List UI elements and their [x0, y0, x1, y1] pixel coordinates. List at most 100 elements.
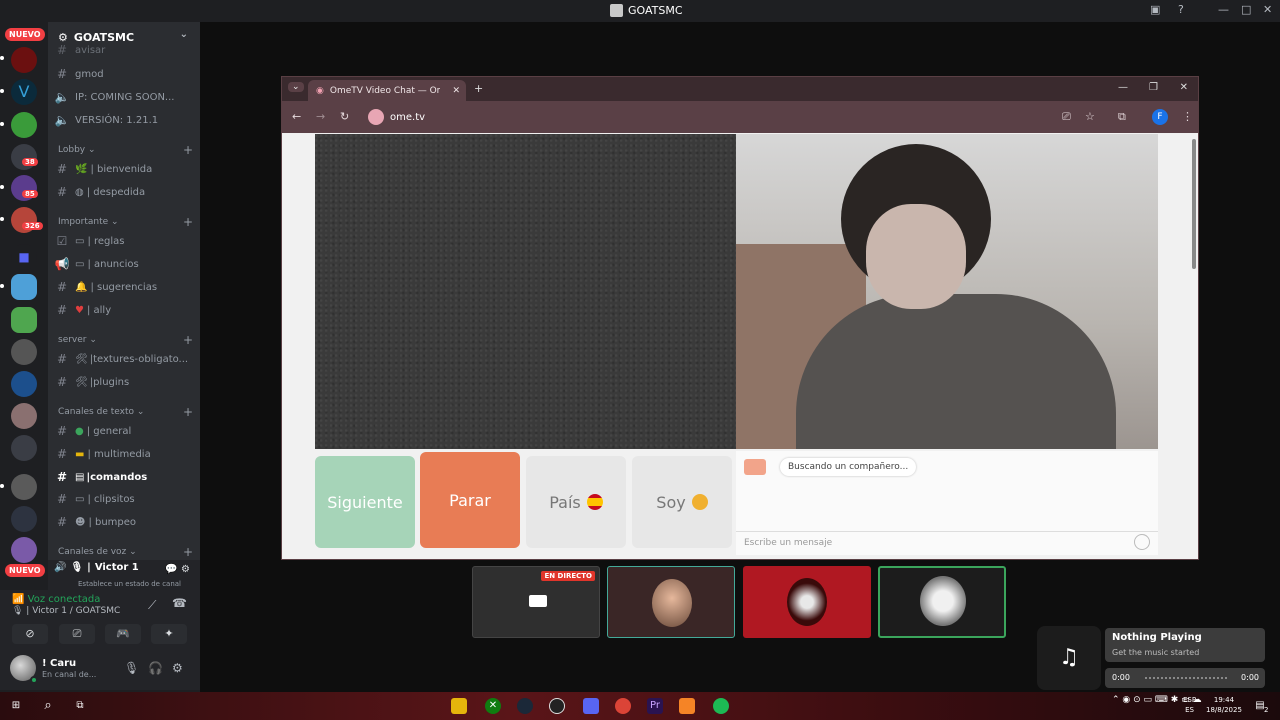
category-importante[interactable]: Importante ⌄ +	[58, 215, 193, 229]
server-icon[interactable]: V	[11, 79, 37, 105]
obs-icon[interactable]	[549, 698, 565, 714]
server-icon[interactable]	[11, 403, 37, 429]
discord-icon[interactable]	[583, 698, 599, 714]
channel-item[interactable]: # ♥ | ally	[54, 300, 194, 320]
inbox-icon[interactable]: ▣	[1150, 3, 1160, 16]
channel-item[interactable]: 📢 ▭ | anuncios	[54, 254, 194, 274]
channel-item[interactable]: # avisar	[54, 44, 194, 56]
activity-button[interactable]: 🎮	[105, 624, 141, 644]
soundboard-button[interactable]: ✦	[151, 624, 187, 644]
server-icon[interactable]	[11, 339, 37, 365]
maximize-button[interactable]: ❐	[1149, 82, 1158, 93]
channel-item[interactable]: ☑ ▭ | reglas	[54, 231, 194, 251]
server-icon[interactable]	[11, 474, 37, 500]
stop-button[interactable]: Parar	[420, 452, 520, 548]
channel-item[interactable]: # ▬ | multimedia	[54, 444, 194, 464]
site-info-icon[interactable]	[368, 109, 384, 125]
minimize-button[interactable]: —	[1218, 3, 1229, 16]
back-icon[interactable]: ←	[292, 110, 301, 123]
server-icon[interactable]	[11, 144, 37, 170]
music-progress[interactable]: 0:00 0:00	[1105, 668, 1265, 688]
tab-ometv[interactable]: ◉ OmeTV Video Chat — Ome ✕	[308, 80, 466, 101]
channel-item[interactable]: # gmod	[54, 64, 194, 84]
file-explorer-icon[interactable]	[451, 698, 467, 714]
chevron-down-icon[interactable]: ⌄	[180, 29, 188, 40]
premiere-icon[interactable]: Pr	[647, 698, 663, 714]
bookmark-star-icon[interactable]: ☆	[1085, 110, 1095, 123]
username[interactable]: ! Caru	[42, 658, 76, 669]
close-tab-icon[interactable]: ✕	[452, 86, 460, 96]
channel-item[interactable]: # ☻ | bumpeo	[54, 512, 194, 532]
server-icon[interactable]	[11, 47, 37, 73]
folder-icon[interactable]: ■	[11, 244, 37, 270]
reload-icon[interactable]: ↻	[340, 110, 349, 123]
category-server[interactable]: server ⌄ +	[58, 333, 193, 347]
profile-avatar[interactable]: F	[1152, 109, 1168, 125]
country-button[interactable]: País	[526, 456, 626, 548]
clock[interactable]: 19:44 18/8/2025	[1206, 695, 1242, 715]
steam-icon[interactable]	[517, 698, 533, 714]
voice-connected-status[interactable]: 📶 Voz conectada	[12, 594, 100, 605]
message-input[interactable]: Escribe un mensaje	[736, 531, 1158, 555]
noise-suppression-icon[interactable]: ⟋	[148, 598, 156, 613]
minimize-button[interactable]: —	[1118, 82, 1128, 93]
voice-channel-row[interactable]: 🔊 🎙 | Victor 1 💬 ⚙ Establece un estado de c…	[48, 560, 200, 590]
fl-studio-icon[interactable]	[679, 698, 695, 714]
maximize-button[interactable]: □	[1241, 3, 1251, 16]
channel-item-active[interactable]: # ▤ |comandos	[54, 467, 194, 487]
camera-off-button[interactable]: ⊘	[12, 624, 48, 644]
tab-search-icon[interactable]: ⌄	[288, 82, 304, 92]
channel-item[interactable]: # ● | general	[54, 421, 194, 441]
close-button[interactable]: ✕	[1180, 82, 1188, 93]
stream-thumbnail[interactable]: EN DIRECTO	[472, 566, 600, 638]
category-texto[interactable]: Canales de texto ⌄ +	[58, 405, 193, 419]
url-field[interactable]: ome.tv	[362, 106, 1122, 128]
forward-icon[interactable]: →	[316, 110, 325, 123]
close-button[interactable]: ✕	[1263, 3, 1272, 16]
participant-tile[interactable]	[743, 566, 871, 638]
next-button[interactable]: Siguiente	[315, 456, 415, 548]
headphones-icon[interactable]: 🎧	[148, 661, 163, 675]
channel-item[interactable]: # ◍ | despedida	[54, 182, 194, 202]
gear-icon[interactable]: ⚙	[172, 661, 183, 675]
gender-button[interactable]: Soy	[632, 456, 732, 548]
channel-item[interactable]: 🔈 IP: COMING SOON...	[54, 87, 194, 107]
search-icon[interactable]: ⌕	[40, 698, 56, 714]
server-icon[interactable]	[11, 371, 37, 397]
xbox-icon[interactable]: ✕	[485, 698, 501, 714]
disconnect-icon[interactable]: ☎	[172, 596, 187, 610]
spotify-icon[interactable]	[713, 698, 729, 714]
voice-actions-icon[interactable]: 💬 ⚙	[165, 564, 190, 575]
server-icon[interactable]	[11, 435, 37, 461]
category-lobby[interactable]: Lobby ⌄ +	[58, 143, 193, 157]
chrome-icon[interactable]	[615, 698, 631, 714]
channel-item[interactable]: # 🌿 | bienvenida	[54, 159, 194, 179]
channel-item[interactable]: # ▭ | clipsitos	[54, 489, 194, 509]
new-tab-button[interactable]: +	[474, 82, 483, 95]
server-icon[interactable]	[11, 112, 37, 138]
participant-tile-speaking[interactable]	[878, 566, 1006, 638]
category-voz[interactable]: Canales de voz ⌄ +	[58, 545, 193, 559]
help-icon[interactable]: ?	[1178, 3, 1184, 16]
music-note-icon[interactable]: ♫	[1037, 626, 1101, 690]
emoji-icon[interactable]	[1134, 534, 1150, 550]
channel-item[interactable]: # 🛠 |textures-obligato...	[54, 349, 194, 369]
language-indicator[interactable]: ESP ES	[1183, 695, 1196, 715]
server-icon[interactable]	[11, 537, 37, 563]
channel-item[interactable]: # 🛠 |plugins	[54, 372, 194, 392]
voice-channel[interactable]: 🔊 🎙 | Victor 1	[54, 562, 139, 573]
install-icon[interactable]: ⎚	[1062, 110, 1071, 124]
server-icon[interactable]	[11, 307, 37, 333]
server-icon[interactable]	[11, 274, 37, 300]
voice-location[interactable]: 🎙 | Victor 1 / GOATSMC	[12, 606, 120, 616]
channel-item[interactable]: 🔈 VERSIÓN: 1.21.1	[54, 110, 194, 130]
scrollbar[interactable]	[1190, 133, 1198, 559]
extensions-icon[interactable]: ⧉	[1118, 110, 1126, 124]
mic-icon[interactable]: 🎙	[124, 661, 139, 675]
screen-share-button[interactable]: ⎚	[59, 624, 95, 644]
server-icon[interactable]	[11, 506, 37, 532]
task-view-icon[interactable]: ⧉	[72, 698, 88, 714]
channel-item[interactable]: # 🔔 | sugerencias	[54, 277, 194, 297]
menu-icon[interactable]: ⋮	[1182, 110, 1193, 123]
participant-tile[interactable]	[607, 566, 735, 638]
